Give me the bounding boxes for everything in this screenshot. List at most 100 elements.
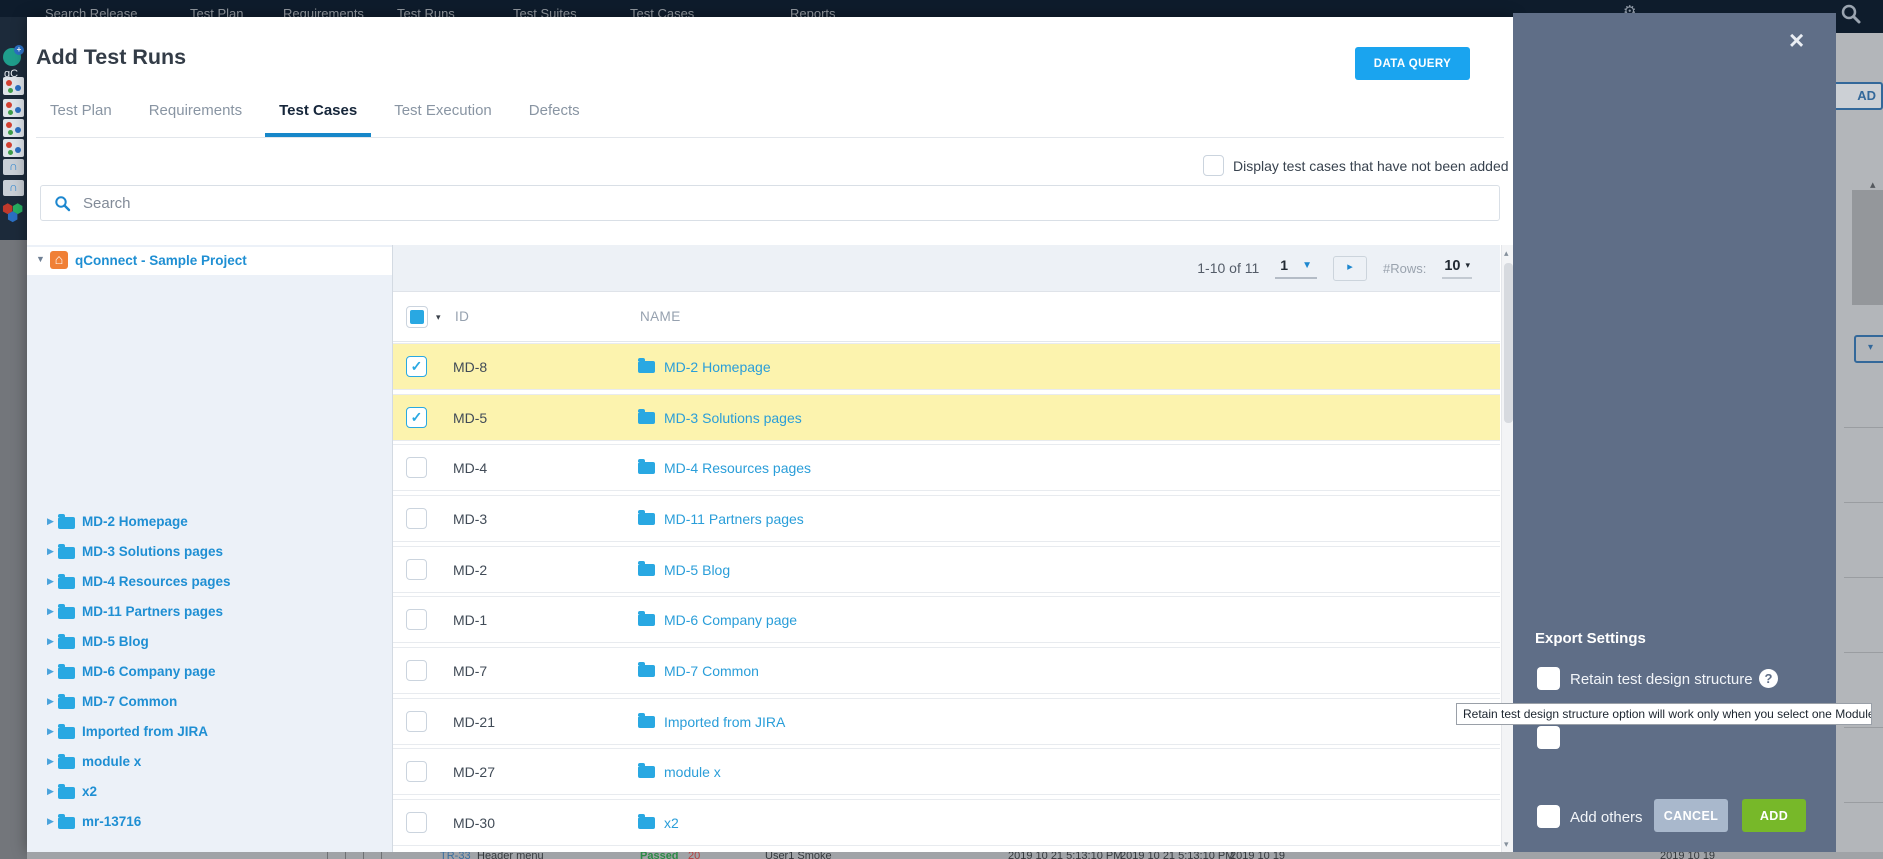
users-icon[interactable] <box>3 99 24 117</box>
row-name-link[interactable]: MD-5 Blog <box>664 562 730 578</box>
caret-right-icon[interactable]: ▶ <box>47 576 54 587</box>
table-row[interactable]: ✓ MD-30 x2 <box>393 799 1500 846</box>
close-icon[interactable]: × <box>1789 27 1804 53</box>
users-icon[interactable] <box>3 119 24 137</box>
row-name-link[interactable]: module x <box>664 764 721 780</box>
cancel-button[interactable]: CANCEL <box>1654 799 1728 832</box>
row-name-link[interactable]: x2 <box>664 815 679 831</box>
row-checkbox[interactable]: ✓ <box>406 812 427 833</box>
row-checkbox[interactable]: ✓ <box>406 508 427 529</box>
partially-hidden-checkbox[interactable] <box>1537 726 1560 749</box>
tab-defects[interactable]: Defects <box>515 88 594 137</box>
tree-item-label[interactable]: x2 <box>82 784 97 799</box>
row-name-link[interactable]: Imported from JIRA <box>664 714 785 730</box>
tab-test-cases[interactable]: Test Cases <box>265 88 371 137</box>
scroll-up-icon[interactable]: ▴ <box>1504 248 1509 259</box>
table-row[interactable]: ✓ MD-4 MD-4 Resources pages <box>393 444 1500 491</box>
row-name-link[interactable]: MD-3 Solutions pages <box>664 410 802 426</box>
tree-item[interactable]: ▶ MD-11 Partners pages <box>27 601 392 623</box>
caret-right-icon[interactable]: ▶ <box>47 816 54 827</box>
caret-right-icon[interactable]: ▶ <box>47 666 54 677</box>
tree-item[interactable]: ▶ MD-3 Solutions pages <box>27 541 392 563</box>
table-row[interactable]: ✓ MD-8 MD-2 Homepage <box>393 343 1500 390</box>
row-checkbox[interactable]: ✓ <box>406 407 427 428</box>
column-header-id[interactable]: ID <box>455 309 469 324</box>
caret-right-icon[interactable]: ▶ <box>47 756 54 767</box>
row-name-link[interactable]: MD-4 Resources pages <box>664 460 811 476</box>
row-name-link[interactable]: MD-7 Common <box>664 663 759 679</box>
tree-item-label[interactable]: module x <box>82 754 141 769</box>
tree-item-label[interactable]: MD-3 Solutions pages <box>82 544 223 559</box>
tree-item[interactable]: ▶ MD-7 Common <box>27 691 392 713</box>
tree-item[interactable]: ▶ MD-4 Resources pages <box>27 571 392 593</box>
display-not-added-checkbox[interactable]: ✓ <box>1203 155 1224 176</box>
table-row[interactable]: ✓ MD-1 MD-6 Company page <box>393 596 1500 643</box>
tree-item[interactable]: ▶ x2 <box>27 781 392 803</box>
tree-item-label[interactable]: MD-6 Company page <box>82 664 216 679</box>
help-icon[interactable]: ? <box>1759 669 1778 688</box>
row-name-link[interactable]: MD-11 Partners pages <box>664 511 804 527</box>
rows-per-page-selector[interactable]: 10 ▾ <box>1442 258 1472 279</box>
caret-right-icon[interactable]: ▶ <box>47 546 54 557</box>
tab-test-plan[interactable]: Test Plan <box>36 88 126 137</box>
tree-item-label[interactable]: MD-5 Blog <box>82 634 149 649</box>
app-logo-icon[interactable]: + <box>3 48 21 66</box>
row-checkbox[interactable]: ✓ <box>406 761 427 782</box>
next-page-button[interactable]: ▸ <box>1333 256 1367 281</box>
table-row[interactable]: ✓ MD-21 Imported from JIRA <box>393 698 1500 745</box>
caret-right-icon[interactable]: ▶ <box>47 636 54 647</box>
users-icon[interactable] <box>3 77 24 95</box>
tree-item-label[interactable]: MD-2 Homepage <box>82 514 188 529</box>
wave-folder-icon[interactable]: ∩ <box>3 159 24 175</box>
select-menu-caret-icon[interactable]: ▾ <box>436 312 441 323</box>
table-row[interactable]: ✓ MD-2 MD-5 Blog <box>393 546 1500 593</box>
tree-root-label[interactable]: qConnect - Sample Project <box>75 253 247 268</box>
tree-root-item[interactable]: ▼ ⌂ qConnect - Sample Project <box>27 247 392 275</box>
caret-right-icon[interactable]: ▶ <box>47 606 54 617</box>
caret-right-icon[interactable]: ▶ <box>47 696 54 707</box>
tree-item-label[interactable]: MD-11 Partners pages <box>82 604 223 619</box>
search-icon[interactable] <box>1840 3 1862 30</box>
select-all-checkbox[interactable] <box>406 306 428 328</box>
tab-test-execution[interactable]: Test Execution <box>380 88 506 137</box>
caret-right-icon[interactable]: ▶ <box>47 516 54 527</box>
users-icon[interactable] <box>3 139 24 157</box>
row-name-link[interactable]: MD-6 Company page <box>664 612 797 628</box>
scroll-down-icon[interactable]: ▾ <box>1504 839 1509 850</box>
tree-item[interactable]: ▶ Imported from JIRA <box>27 721 392 743</box>
column-header-name[interactable]: NAME <box>640 309 681 324</box>
table-row[interactable]: ✓ MD-3 MD-11 Partners pages <box>393 495 1500 542</box>
tree-item[interactable]: ▶ MD-2 Homepage <box>27 511 392 533</box>
download-button-partial[interactable]: AD <box>1836 82 1883 110</box>
search-input[interactable] <box>40 185 1500 221</box>
tree-item[interactable]: ▶ module x <box>27 751 392 773</box>
tree-item-label[interactable]: Imported from JIRA <box>82 724 208 739</box>
data-query-view-button[interactable]: DATA QUERY VIEW <box>1355 47 1470 80</box>
caret-right-icon[interactable]: ▶ <box>47 786 54 797</box>
caret-down-icon[interactable]: ▼ <box>36 254 45 264</box>
tab-requirements[interactable]: Requirements <box>135 88 256 137</box>
row-checkbox[interactable]: ✓ <box>406 711 427 732</box>
retain-structure-checkbox[interactable] <box>1537 667 1560 690</box>
wave-folder-icon[interactable]: ∩ <box>3 180 24 196</box>
tree-item[interactable]: ▶ MD-6 Company page <box>27 661 392 683</box>
page-selector[interactable]: 1 ▼ <box>1275 257 1317 279</box>
tree-item-label[interactable]: mr-13716 <box>82 814 141 829</box>
caret-right-icon[interactable]: ▶ <box>47 726 54 737</box>
table-row[interactable]: ✓ MD-5 MD-3 Solutions pages <box>393 394 1500 441</box>
table-row[interactable]: ✓ MD-7 MD-7 Common <box>393 647 1500 694</box>
tree-item-label[interactable]: MD-7 Common <box>82 694 177 709</box>
row-checkbox[interactable]: ✓ <box>406 609 427 630</box>
row-checkbox[interactable]: ✓ <box>406 660 427 681</box>
tree-item[interactable]: ▶ mr-13716 <box>27 811 392 833</box>
tree-item[interactable]: ▶ MD-5 Blog <box>27 631 392 653</box>
scrollbar-thumb[interactable] <box>1504 263 1513 423</box>
add-button[interactable]: ADD <box>1742 799 1806 832</box>
row-checkbox[interactable]: ✓ <box>406 457 427 478</box>
table-row[interactable]: ✓ MD-27 module x <box>393 748 1500 795</box>
dropdown-caret-icon[interactable]: ▾ <box>1854 335 1883 363</box>
row-checkbox[interactable]: ✓ <box>406 356 427 377</box>
add-others-checkbox[interactable] <box>1537 805 1560 828</box>
row-checkbox[interactable]: ✓ <box>406 559 427 580</box>
tree-item-label[interactable]: MD-4 Resources pages <box>82 574 231 589</box>
